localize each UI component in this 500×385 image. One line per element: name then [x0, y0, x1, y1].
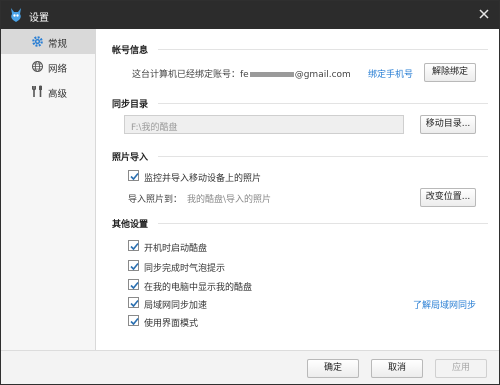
ok-button[interactable]: 确定	[307, 359, 359, 378]
cancel-button[interactable]: 取消	[371, 359, 423, 378]
apply-button[interactable]: 应用	[435, 359, 487, 378]
option-checkbox-ui-mode[interactable]	[128, 315, 139, 326]
close-icon[interactable]	[477, 7, 491, 21]
settings-content: 帐号信息 这台计算机已经绑定账号：fe @gmail.com 绑定手机号 解除绑定…	[96, 29, 499, 350]
change-location-button[interactable]: 改变位置...	[420, 188, 476, 207]
section-title-photo-import: 照片导入	[112, 153, 149, 163]
import-to-path: 我的酷盘\导入的照片	[187, 195, 272, 205]
settings-window: 设置 常规 网络 高级 帐号信息 这台计算机已经绑定账号：fe @gmail.c…	[0, 0, 500, 385]
section-divider	[158, 156, 488, 157]
title-bar[interactable]: 设置	[1, 1, 499, 29]
sidebar-item-advanced[interactable]: 高级	[1, 79, 95, 104]
sidebar-item-general[interactable]: 常规	[1, 29, 95, 54]
checkmark-icon	[130, 242, 139, 251]
move-directory-button[interactable]: 移动目录...	[420, 115, 476, 134]
option-checkbox-sync-bubble[interactable]	[128, 260, 139, 271]
option-label: 同步完成时气泡提示	[144, 264, 226, 274]
monitor-import-checkbox[interactable]	[128, 170, 139, 181]
sync-dir-path: F:\我的酷盘	[131, 123, 178, 133]
section-title-other: 其他设置	[112, 220, 149, 230]
monitor-import-label: 监控并导入移动设备上的照片	[144, 174, 262, 184]
option-label: 局域网同步加速	[144, 301, 208, 311]
import-to-label: 导入照片到：	[128, 195, 183, 205]
window-title: 设置	[29, 13, 49, 24]
dialog-footer: 确定 取消 应用	[1, 350, 499, 384]
unbind-button[interactable]: 解除绑定	[424, 63, 476, 82]
account-bound-suffix: @gmail.com	[294, 70, 351, 80]
option-checkbox-lan-sync[interactable]	[128, 297, 139, 308]
sync-dir-input[interactable]: F:\我的酷盘	[124, 115, 404, 134]
account-bound-prefix: 这台计算机已经绑定账号：fe	[132, 70, 249, 80]
checkmark-icon	[130, 281, 139, 290]
section-divider	[158, 103, 488, 104]
gear-icon	[31, 35, 44, 48]
checkmark-icon	[130, 299, 139, 308]
redacted-email	[249, 72, 294, 77]
section-title-account: 帐号信息	[112, 46, 149, 56]
app-logo-icon	[9, 7, 23, 23]
bind-phone-link[interactable]: 绑定手机号	[368, 67, 413, 80]
checkmark-icon	[130, 172, 139, 181]
section-divider	[158, 223, 488, 224]
option-checkbox-autostart[interactable]	[128, 240, 139, 251]
tools-icon	[31, 85, 44, 98]
option-checkbox-show-in-computer[interactable]	[128, 279, 139, 290]
section-divider	[158, 49, 488, 50]
sidebar-item-label: 常规	[48, 39, 68, 50]
option-label: 开机时启动酷盘	[144, 244, 208, 254]
sidebar: 常规 网络 高级	[1, 29, 96, 350]
option-label: 在我的电脑中显示我的酷盘	[144, 283, 253, 293]
checkmark-icon	[130, 317, 139, 326]
sidebar-item-label: 高级	[48, 89, 68, 100]
sidebar-item-label: 网络	[48, 64, 68, 75]
lan-sync-learn-link[interactable]: 了解局域网同步	[413, 298, 476, 311]
section-title-sync-dir: 同步目录	[112, 100, 149, 110]
account-bound-text: 这台计算机已经绑定账号：fe @gmail.com	[132, 67, 351, 80]
option-label: 使用界面模式	[144, 319, 199, 329]
globe-icon	[31, 60, 44, 73]
checkmark-icon	[130, 262, 139, 271]
sidebar-item-network[interactable]: 网络	[1, 54, 95, 79]
